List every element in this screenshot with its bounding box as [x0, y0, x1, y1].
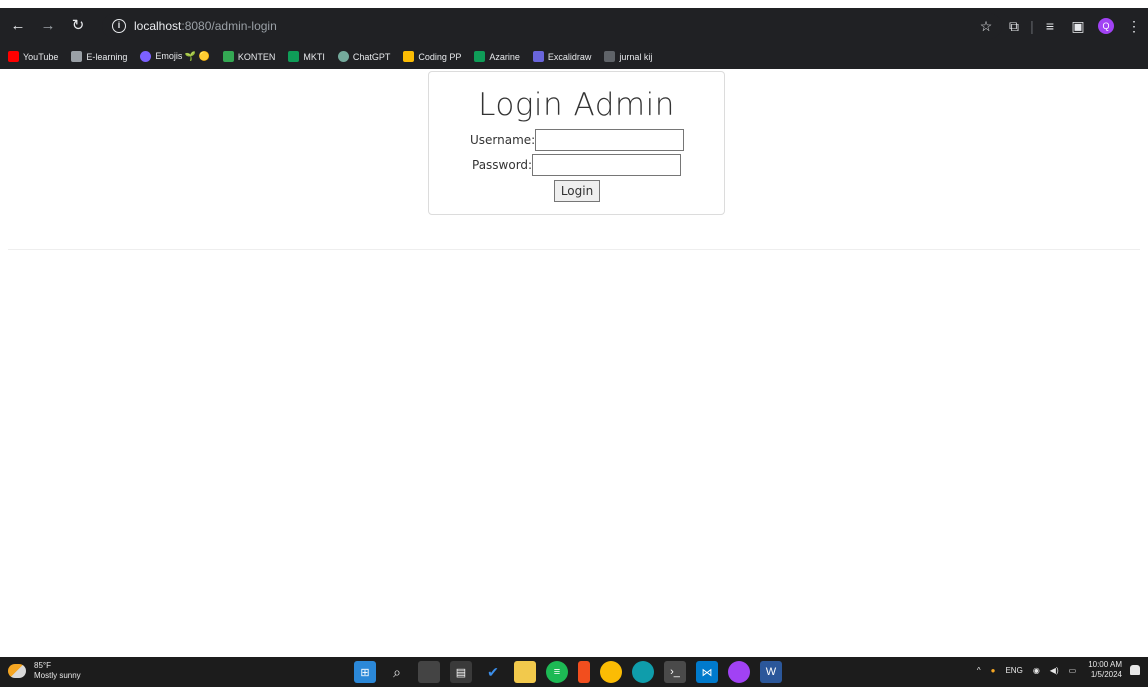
- url-text: localhost:8080/admin-login: [134, 19, 277, 33]
- clock-time: 10:00 AM: [1088, 660, 1122, 669]
- profile-avatar[interactable]: Q: [1098, 18, 1114, 34]
- language-indicator[interactable]: ENG: [1005, 666, 1022, 675]
- menu-icon[interactable]: ⋮: [1120, 18, 1148, 35]
- journal-icon: [604, 51, 616, 62]
- username-input[interactable]: [535, 129, 685, 151]
- temperature: 85°F: [34, 661, 51, 670]
- weather-text: 85°F Mostly sunny: [34, 661, 81, 681]
- media-icon[interactable]: ≡: [1036, 18, 1064, 34]
- terminal-icon[interactable]: ›_: [664, 661, 686, 683]
- spotify-icon[interactable]: ≡: [546, 661, 568, 683]
- notification-bell-icon[interactable]: [1130, 665, 1140, 675]
- emojis-icon: [140, 51, 152, 62]
- windows-start-icon[interactable]: ⊞: [354, 661, 376, 683]
- bookmark-coding-pp[interactable]: Coding PP: [403, 51, 461, 62]
- bookmark-label: KONTEN: [237, 51, 276, 62]
- login-button[interactable]: Login: [554, 180, 600, 202]
- page-content: Login Admin Username: Password: Login: [0, 69, 1148, 657]
- weather-icon: [8, 664, 26, 678]
- clock-date: 1/5/2024: [1090, 670, 1122, 679]
- taskbar: 85°F Mostly sunny ⊞ ⌕ ▤ ✔ ≡ ›_ ⋈ W ^ ● E…: [0, 657, 1148, 687]
- weather-widget[interactable]: 85°F Mostly sunny: [8, 661, 81, 681]
- bookmarks-bar: YouTube E-learning Emojis 🌱 🟡 KONTEN MKT…: [0, 44, 1148, 69]
- bookmark-label: YouTube: [23, 51, 59, 62]
- bookmark-label: Coding PP: [418, 51, 462, 62]
- drive-icon: [222, 51, 234, 62]
- username-label: Username:: [470, 133, 536, 147]
- back-icon[interactable]: ←: [6, 8, 30, 44]
- address-bar[interactable]: i localhost:8080/admin-login: [102, 13, 1002, 39]
- bookmark-jurnal-kij[interactable]: jurnal kij: [604, 51, 652, 62]
- username-row: Username:: [470, 129, 685, 151]
- side-panel-icon[interactable]: ▣: [1064, 18, 1092, 35]
- url-path: :8080/admin-login: [181, 19, 277, 33]
- edge-icon[interactable]: [632, 661, 654, 683]
- password-input[interactable]: [532, 154, 682, 176]
- bookmark-azarine[interactable]: Azarine: [474, 51, 520, 62]
- bookmark-label: Emojis 🌱 🟡: [155, 51, 210, 61]
- chrome-profile-icon[interactable]: [728, 661, 750, 683]
- bookmark-label: Azarine: [489, 51, 520, 62]
- task-view-icon[interactable]: [418, 661, 440, 683]
- bookmark-label: Excalidraw: [547, 51, 592, 62]
- taskbar-apps: ⊞ ⌕ ▤ ✔ ≡ ›_ ⋈ W: [354, 661, 792, 683]
- bookmark-label: E-learning: [86, 51, 128, 62]
- bookmark-elearning[interactable]: E-learning: [71, 51, 127, 62]
- drive-icon: [403, 51, 415, 62]
- vscode-icon[interactable]: ⋈: [696, 661, 718, 683]
- chevron-up-icon[interactable]: ^: [977, 666, 981, 675]
- todo-icon[interactable]: ✔: [482, 661, 504, 683]
- bookmark-excalidraw[interactable]: Excalidraw: [532, 51, 592, 62]
- login-title: Login Admin: [478, 87, 675, 123]
- search-icon[interactable]: ⌕: [386, 661, 408, 683]
- figma-icon[interactable]: [578, 661, 590, 683]
- top-strip: [0, 0, 1148, 8]
- horizontal-divider: [8, 249, 1140, 250]
- bookmark-youtube[interactable]: YouTube: [8, 51, 58, 62]
- bookmark-chatgpt[interactable]: ChatGPT: [337, 51, 391, 62]
- sheets-icon: [474, 51, 486, 62]
- elearning-icon: [71, 51, 83, 62]
- youtube-icon: [8, 51, 19, 62]
- bookmark-konten[interactable]: KONTEN: [222, 51, 276, 62]
- star-icon[interactable]: ☆: [972, 18, 1000, 35]
- url-host: localhost: [134, 19, 182, 33]
- reload-icon[interactable]: ↻: [66, 8, 90, 44]
- tray-app-icon[interactable]: ●: [991, 666, 996, 675]
- extensions-icon[interactable]: ⧉: [1000, 18, 1028, 35]
- battery-icon[interactable]: ▭: [1069, 666, 1077, 675]
- bookmark-label: ChatGPT: [352, 51, 391, 62]
- login-card: Login Admin Username: Password: Login: [428, 71, 725, 215]
- sheets-icon: [288, 51, 300, 62]
- bookmark-label: MKTI: [303, 51, 325, 62]
- toolbar-right-icons: ☆ ⧉ | ≡ ▣ Q ⋮: [972, 8, 1148, 44]
- chatgpt-icon: [337, 51, 349, 62]
- wifi-icon[interactable]: ◉: [1033, 666, 1040, 675]
- store-icon[interactable]: ▤: [450, 661, 472, 683]
- bookmark-label: jurnal kij: [619, 51, 653, 62]
- file-explorer-icon[interactable]: [514, 661, 536, 683]
- site-info-icon[interactable]: i: [112, 19, 126, 33]
- excalidraw-icon: [532, 51, 544, 62]
- word-icon[interactable]: W: [760, 661, 782, 683]
- password-row: Password:: [472, 154, 682, 176]
- clock[interactable]: 10:00 AM 1/5/2024: [1088, 660, 1122, 680]
- bookmark-emojis[interactable]: Emojis 🌱 🟡: [140, 51, 210, 62]
- forward-icon[interactable]: →: [36, 8, 60, 44]
- bookmark-mkti[interactable]: MKTI: [288, 51, 325, 62]
- volume-icon[interactable]: ◀): [1050, 666, 1059, 675]
- browser-toolbar: ← → ↻ i localhost:8080/admin-login ☆ ⧉ |…: [0, 8, 1148, 44]
- password-label: Password:: [472, 158, 533, 172]
- chrome-icon[interactable]: [600, 661, 622, 683]
- system-tray: ^ ● ENG ◉ ◀) ▭ 10:00 AM 1/5/2024: [967, 660, 1140, 680]
- toolbar-divider: |: [1030, 18, 1034, 34]
- weather-condition: Mostly sunny: [34, 671, 81, 680]
